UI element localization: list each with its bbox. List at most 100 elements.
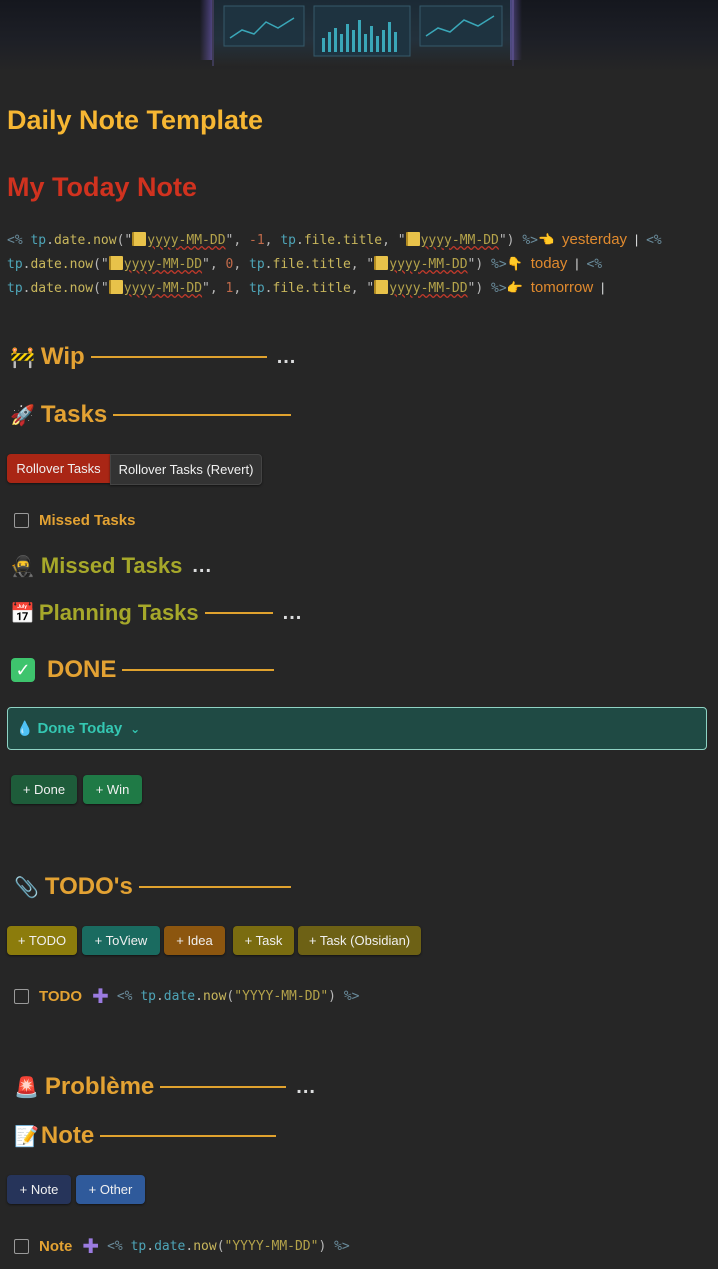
section-planning-tasks[interactable]: 📅 Planning Tasks ...: [10, 600, 302, 626]
code-tag-close: %>: [491, 257, 507, 272]
section-wip[interactable]: 🚧 Wip ...: [10, 343, 296, 371]
code-now: now: [193, 1238, 217, 1254]
add-other-button[interactable]: + Other: [76, 1175, 145, 1204]
code-date: date: [163, 988, 196, 1004]
section-planning-tasks-title: Planning Tasks: [38, 600, 199, 625]
today-link[interactable]: today: [531, 255, 568, 272]
code-tp: tp: [249, 257, 265, 272]
code-tp: tp: [30, 233, 47, 248]
separator: |: [575, 256, 579, 271]
plus-icon: ✚: [92, 986, 109, 1008]
missed-tasks-item: Missed Tasks: [14, 512, 135, 529]
nav-code-line-1: <% tp.date.now(" yyyy-MM-DD", -1, tp.file…: [7, 231, 662, 248]
add-task-button[interactable]: + Task: [233, 926, 294, 955]
add-task-obsidian-button[interactable]: + Task (Obsidian): [298, 926, 421, 955]
chevron-down-icon[interactable]: ⌄: [130, 722, 140, 736]
heading-rule: [204, 612, 273, 614]
section-note-title: Note: [40, 1122, 95, 1149]
separator: |: [634, 232, 639, 247]
code-file-title: file.title: [303, 233, 383, 248]
code-file-title: file.title: [272, 281, 351, 296]
note-label: Note: [39, 1238, 73, 1255]
section-done-title: DONE: [47, 656, 117, 683]
code-tag-open: <%: [586, 257, 603, 272]
checkbox[interactable]: [14, 513, 29, 528]
plus-icon: ✚: [82, 1236, 100, 1258]
code-fmt: yyyy-MM-DD: [389, 257, 468, 272]
calendar-icon: 📅: [10, 602, 35, 625]
done-today-title: Done Today: [37, 720, 123, 737]
banner-image: [0, 0, 718, 72]
memo-icon: 📝: [14, 1125, 39, 1148]
template-title: Daily Note Template: [7, 105, 264, 135]
add-done-button[interactable]: + Done: [11, 775, 77, 804]
hand-right-icon: 👉: [506, 281, 523, 296]
done-today-callout[interactable]: 💧 Done Today ⌄: [7, 707, 707, 750]
notepad-icon: [374, 256, 389, 270]
code-date-now: date.now: [53, 233, 117, 248]
notepad-icon: [374, 280, 389, 294]
code-fmt: yyyy-MM-DD: [389, 281, 468, 296]
collapsed-indicator[interactable]: ...: [296, 1076, 316, 1099]
collapsed-indicator[interactable]: ...: [277, 346, 297, 369]
rollover-tasks-revert-button[interactable]: Rollover Tasks (Revert): [110, 454, 262, 485]
code-tp: tp: [140, 988, 156, 1004]
notepad-icon: [108, 256, 123, 270]
notepad-icon: [108, 280, 123, 294]
heading-rule: [113, 414, 292, 416]
checkbox[interactable]: [14, 1239, 29, 1254]
code-tag-open: <%: [646, 233, 662, 248]
code-now: now: [202, 988, 227, 1004]
today-title: My Today Note: [7, 172, 198, 202]
code-tp: tp: [130, 1238, 147, 1254]
add-todo-button[interactable]: + TODO: [7, 926, 77, 955]
code-tp: tp: [249, 281, 265, 296]
hand-down-icon: 👇: [506, 257, 523, 272]
section-missed-tasks[interactable]: 🥷 Missed Tasks ...: [10, 553, 212, 579]
rocket-icon: 🚀: [10, 404, 35, 427]
code-tag-open: <%: [107, 1238, 123, 1254]
section-todos[interactable]: 📎 TODO's: [14, 873, 291, 901]
code-tag-close: %>: [334, 1238, 350, 1254]
code-fmt: yyyy-MM-DD: [123, 257, 203, 272]
section-wip-title: Wip: [40, 343, 85, 370]
add-idea-button[interactable]: + Idea: [164, 926, 225, 955]
collapsed-indicator[interactable]: ...: [192, 555, 212, 578]
code-fmt: yyyy-MM-DD: [123, 281, 203, 296]
tomorrow-link[interactable]: tomorrow: [531, 279, 594, 296]
collapsed-indicator[interactable]: ...: [283, 602, 303, 625]
code-tag-open: <%: [7, 233, 23, 248]
heading-rule: [90, 356, 267, 358]
construction-icon: 🚧: [10, 346, 35, 369]
drop-icon: 💧: [16, 720, 34, 736]
todo-date-code: <% tp.date.now("YYYY-MM-DD") %>: [116, 988, 360, 1004]
section-tasks-title: Tasks: [40, 401, 108, 428]
section-note[interactable]: 📝 Note: [14, 1122, 277, 1150]
checkbox[interactable]: [14, 989, 29, 1004]
code-tp: tp: [7, 257, 23, 272]
note-date-code: <% tp.date.now("YYYY-MM-DD") %>: [107, 1238, 350, 1254]
add-note-button[interactable]: + Note: [7, 1175, 71, 1204]
missed-tasks-label: Missed Tasks: [39, 512, 136, 529]
section-todos-title: TODO's: [44, 873, 133, 900]
section-probleme-title: Problème: [44, 1073, 155, 1100]
ninja-icon: 🥷: [10, 555, 35, 578]
paperclip-icon: 📎: [14, 876, 39, 899]
code-tag-close: %>: [343, 988, 360, 1004]
code-fmt: yyyy-MM-DD: [147, 233, 226, 248]
section-probleme[interactable]: 🚨 Problème ...: [14, 1073, 316, 1101]
code-fmt: yyyy-MM-DD: [420, 233, 499, 248]
yesterday-link[interactable]: yesterday: [562, 231, 627, 248]
add-toview-button[interactable]: + ToView: [82, 926, 160, 955]
add-win-button[interactable]: + Win: [83, 775, 142, 804]
section-done[interactable]: ✓ DONE: [11, 656, 275, 684]
code-tag-open: <%: [116, 988, 133, 1004]
banner-glow-right: [510, 0, 522, 60]
code-fmt: "YYYY-MM-DD": [224, 1238, 319, 1254]
todo-item: TODO ✚ <% tp.date.now("YYYY-MM-DD") %>: [14, 984, 359, 1009]
heading-rule: [122, 669, 275, 671]
rollover-tasks-button[interactable]: Rollover Tasks: [7, 454, 110, 483]
heading-rule: [100, 1135, 277, 1137]
notepad-icon: [132, 232, 147, 246]
section-tasks[interactable]: 🚀 Tasks: [10, 401, 292, 429]
